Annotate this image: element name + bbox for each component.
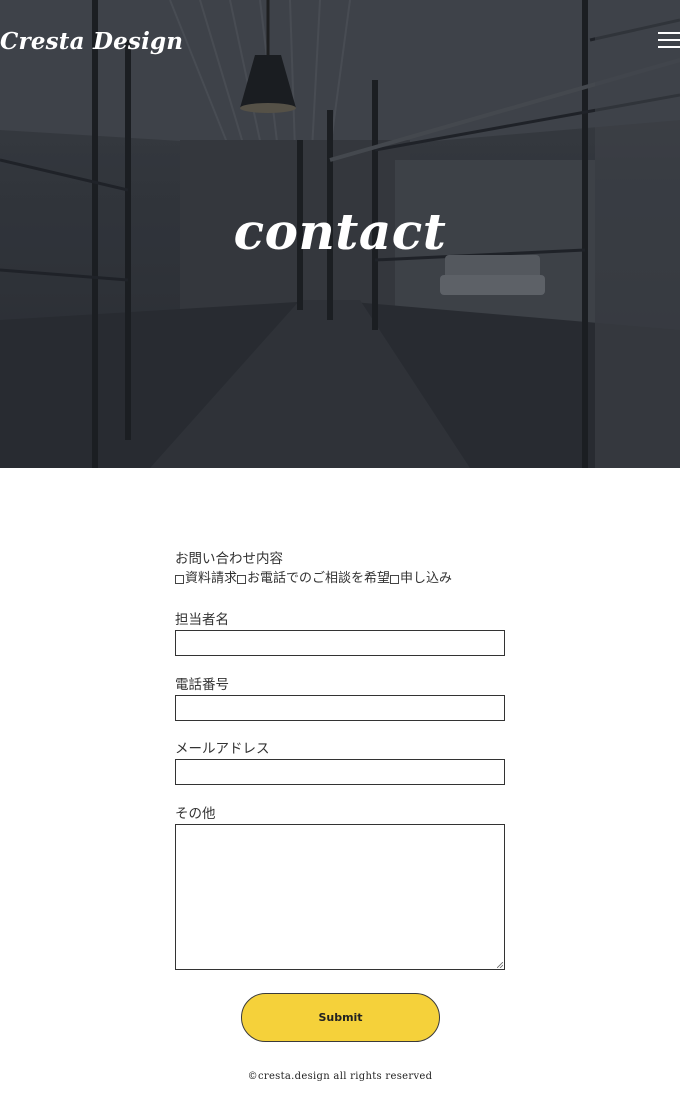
hero-section: Cresta Design contact [0,0,680,468]
checkbox-icon[interactable] [237,574,247,584]
checkbox-icon[interactable] [175,574,184,584]
menu-bar [658,32,680,34]
page-title: contact [233,202,447,261]
email-label: メールアドレス [175,741,270,757]
inquiry-option-phone-consultation[interactable]: お電話でのご相談を希望 [237,570,390,588]
contact-name-label: 担当者名 [175,612,229,628]
footer-copyright: ©cresta.design all rights reserved [247,1071,433,1082]
site-logo[interactable]: Cresta Design [0,28,183,55]
contact-form: お問い合わせ内容 資料請求 お電話でのご相談を希望 申し込み 担当者名 電話番号… [175,550,505,970]
inquiry-option-application[interactable]: 申し込み [390,570,452,588]
menu-bar [658,46,680,48]
checkbox-icon[interactable] [390,574,400,584]
email-input[interactable] [175,759,505,785]
resize-grip-icon[interactable] [497,962,503,968]
phone-label: 電話番号 [175,677,229,693]
contact-name-input[interactable] [175,630,505,656]
option-label: お電話でのご相談を希望 [247,571,391,586]
submit-button[interactable]: Submit [241,993,440,1042]
option-label: 資料請求 [185,571,238,586]
inquiry-options: 資料請求 お電話でのご相談を希望 申し込み [175,570,452,588]
other-label: その他 [175,806,216,822]
other-textarea[interactable] [175,824,505,970]
menu-bar [658,39,680,41]
inquiry-type-label: お問い合わせ内容 [175,551,283,567]
inquiry-option-document-request[interactable]: 資料請求 [175,570,237,588]
option-label: 申し込み [400,571,453,586]
hamburger-menu-icon[interactable] [656,31,680,51]
phone-input[interactable] [175,695,505,721]
